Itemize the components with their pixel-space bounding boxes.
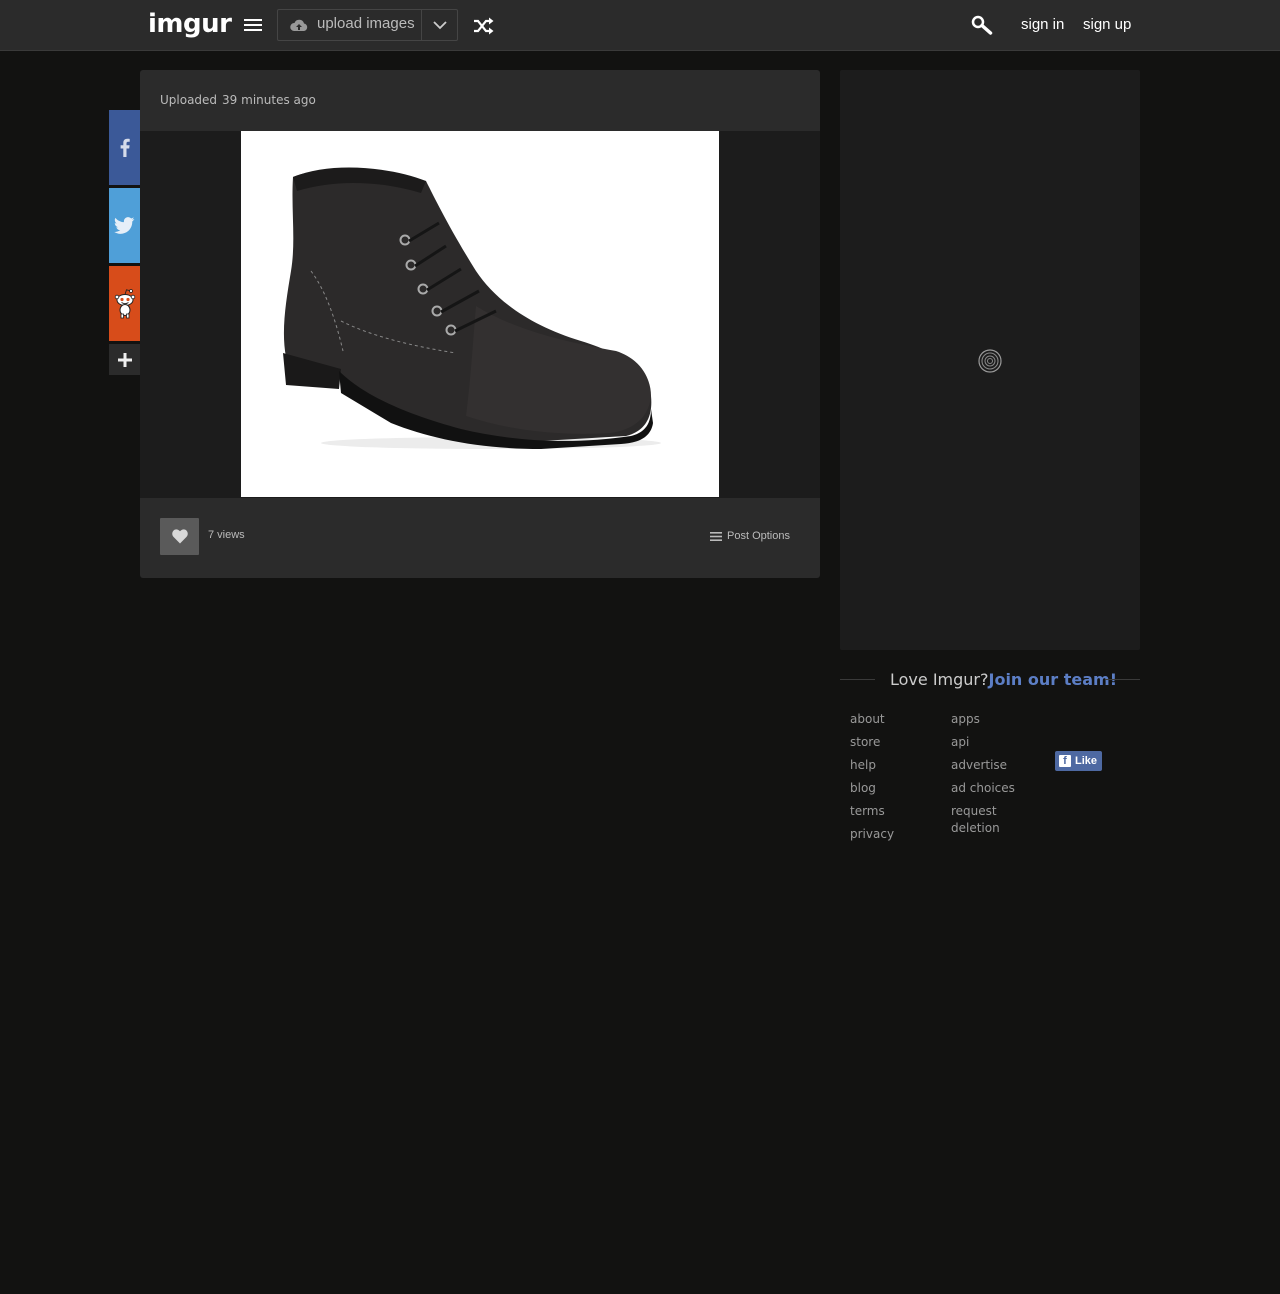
footer-link-store[interactable]: store [850, 734, 894, 751]
boot-image [283, 167, 661, 449]
plus-icon [117, 352, 132, 367]
join-team-link[interactable]: Join our team! [989, 670, 1118, 689]
heart-icon [171, 529, 188, 544]
twitter-share-button[interactable] [109, 188, 140, 263]
post-container: Uploaded 39 minutes ago 7 views Post Opt… [140, 70, 820, 578]
footer-links-col1: about store help blog terms privacy [850, 711, 894, 849]
footer-link-advertise[interactable]: advertise [951, 757, 1031, 774]
list-icon [710, 531, 722, 541]
post-options-label: Post Options [727, 530, 790, 542]
love-imgur-text: Love Imgur?Join our team! [890, 670, 1117, 689]
favorite-button[interactable] [160, 518, 199, 555]
footer-link-privacy[interactable]: privacy [850, 826, 894, 843]
view-count: 7 views [208, 529, 245, 541]
join-team-banner: Love Imgur?Join our team! [840, 670, 1140, 690]
upload-control: upload images [277, 9, 458, 41]
post-options-button[interactable]: Post Options [710, 530, 790, 542]
sidebar-ad-area [840, 70, 1140, 650]
reddit-share-button[interactable] [109, 266, 140, 341]
cloud-upload-icon [290, 19, 308, 31]
upload-dropdown-button[interactable] [422, 10, 457, 40]
sign-in-link[interactable]: sign in [1021, 16, 1064, 33]
uploaded-label: Uploaded [160, 93, 218, 107]
footer-link-help[interactable]: help [850, 757, 894, 774]
chevron-down-icon [432, 20, 447, 29]
facebook-like-button[interactable]: f Like [1055, 751, 1102, 771]
loading-spinner-icon [978, 349, 1002, 373]
footer-links-col2: apps api advertise ad choices request de… [951, 711, 1031, 843]
post-footer: 7 views Post Options [140, 498, 820, 578]
footer-link-blog[interactable]: blog [850, 780, 894, 797]
footer-link-terms[interactable]: terms [850, 803, 894, 820]
footer-link-about[interactable]: about [850, 711, 894, 728]
random-shuffle-icon[interactable] [473, 17, 494, 35]
logo-text: imgur [148, 9, 232, 39]
upload-images-label: upload images [317, 14, 415, 32]
footer-link-ad-choices[interactable]: ad choices [951, 780, 1031, 797]
footer-link-apps[interactable]: apps [951, 711, 1031, 728]
facebook-icon [120, 138, 130, 157]
facebook-share-button[interactable] [109, 110, 140, 185]
imgur-logo[interactable]: imgur [148, 9, 232, 39]
reddit-alien-icon [114, 288, 135, 318]
twitter-icon [114, 217, 135, 234]
facebook-like-label: Like [1075, 755, 1098, 767]
hamburger-menu-icon[interactable] [244, 19, 262, 31]
footer-link-request-deletion[interactable]: request deletion [951, 803, 1031, 837]
search-icon[interactable] [971, 15, 993, 35]
sign-up-link[interactable]: sign up [1083, 16, 1131, 33]
footer-link-api[interactable]: api [951, 734, 1031, 751]
post-header: Uploaded 39 minutes ago [140, 70, 820, 131]
upload-info: Uploaded 39 minutes ago [160, 93, 316, 107]
post-image[interactable] [241, 131, 719, 497]
facebook-f-icon: f [1059, 755, 1071, 767]
upload-images-button[interactable]: upload images [278, 10, 422, 40]
post-image-area [140, 131, 820, 498]
top-navbar: imgur upload images sign in sign up [0, 0, 1280, 51]
uploaded-time: 39 minutes ago [222, 93, 316, 107]
more-share-button[interactable] [109, 344, 140, 375]
love-imgur-label: Love Imgur? [890, 670, 989, 689]
